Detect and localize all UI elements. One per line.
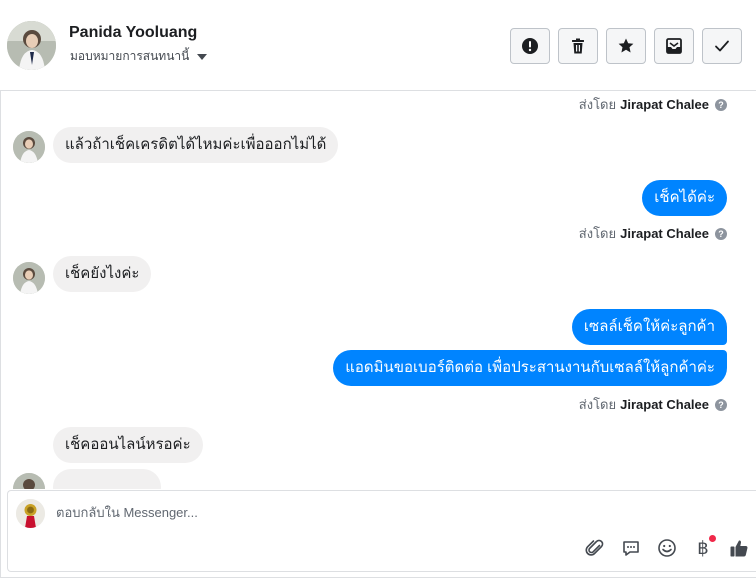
star-button[interactable] xyxy=(606,28,646,64)
outgoing-message[interactable]: เช็คได้ค่ะ xyxy=(642,180,727,216)
conversation-header: Panida Yooluang มอบหมายการสนทนานี้ xyxy=(0,0,756,91)
outgoing-message[interactable]: เซลล์เช็คให้ค่ะลูกค้า xyxy=(571,309,727,345)
chevron-down-icon xyxy=(197,53,208,60)
help-icon[interactable]: ? xyxy=(715,398,727,411)
thumbs-up-icon xyxy=(730,540,748,557)
contact-avatar-small xyxy=(13,262,45,294)
agent-name: Jirapat Chalee xyxy=(620,226,709,241)
mark-spam-button[interactable] xyxy=(510,28,550,64)
sent-by-label: ส่งโดย Jirapat Chalee ? xyxy=(579,394,727,415)
reply-composer: ฿ xyxy=(7,490,756,572)
check-icon xyxy=(715,40,729,52)
reply-input[interactable] xyxy=(56,505,656,520)
trash-icon xyxy=(572,38,584,54)
payment-button[interactable]: ฿ xyxy=(692,535,716,559)
contact-avatar[interactable] xyxy=(7,21,56,70)
contact-name[interactable]: Panida Yooluang xyxy=(69,24,197,42)
contact-avatar-small xyxy=(13,473,45,489)
help-icon[interactable]: ? xyxy=(715,98,727,111)
contact-avatar-small xyxy=(13,131,45,163)
saved-replies-button[interactable] xyxy=(620,537,642,559)
incoming-message[interactable]: เช็คออนไลน์หรอค่ะ xyxy=(53,427,203,463)
sent-by-label: ส่งโดย Jirapat Chalee ? xyxy=(579,223,727,244)
emoji-button[interactable] xyxy=(656,537,678,559)
composer-tools: ฿ xyxy=(584,535,750,559)
page-avatar xyxy=(16,499,45,528)
sent-by-label: ส่งโดย Jirapat Chalee ? xyxy=(579,94,727,115)
paperclip-icon xyxy=(585,539,604,556)
delete-button[interactable] xyxy=(558,28,598,64)
inbox-icon xyxy=(666,38,682,54)
incoming-message[interactable]: แล้วถ้าเช็คเครดิตได้ไหมค่ะเพื่อออกไม่ได้ xyxy=(53,127,339,163)
agent-name: Jirapat Chalee xyxy=(620,397,709,412)
sent-by-prefix: ส่งโดย xyxy=(578,97,617,112)
mark-done-button[interactable] xyxy=(702,28,742,64)
incoming-message[interactable]: เช็คยังไงค่ะ xyxy=(53,256,152,292)
help-icon[interactable]: ? xyxy=(715,227,727,240)
star-icon xyxy=(618,38,634,53)
sent-by-prefix: ส่งโดย xyxy=(578,226,617,241)
exclamation-circle-icon xyxy=(522,38,538,54)
like-button[interactable] xyxy=(728,537,750,559)
agent-name: Jirapat Chalee xyxy=(620,97,709,112)
message-thread[interactable]: ส่งโดย Jirapat Chalee ? แล้วถ้าเช็คเครดิ… xyxy=(0,91,756,489)
smiley-icon xyxy=(658,539,676,557)
chat-bubble-icon xyxy=(623,541,639,556)
header-actions xyxy=(510,28,742,64)
baht-icon: ฿ xyxy=(697,537,709,559)
notification-dot xyxy=(709,535,716,542)
attach-button[interactable] xyxy=(584,537,606,559)
assign-conversation-dropdown[interactable]: มอบหมายการสนทนานี้ xyxy=(70,47,208,66)
move-to-done-button[interactable] xyxy=(654,28,694,64)
incoming-message-partial[interactable] xyxy=(53,469,161,489)
sent-by-prefix: ส่งโดย xyxy=(578,397,617,412)
assign-label: มอบหมายการสนทนานี้ xyxy=(70,49,190,63)
outgoing-message[interactable]: แอดมินขอเบอร์ติดต่อ เพื่อประสานงานกับเซล… xyxy=(333,350,727,386)
